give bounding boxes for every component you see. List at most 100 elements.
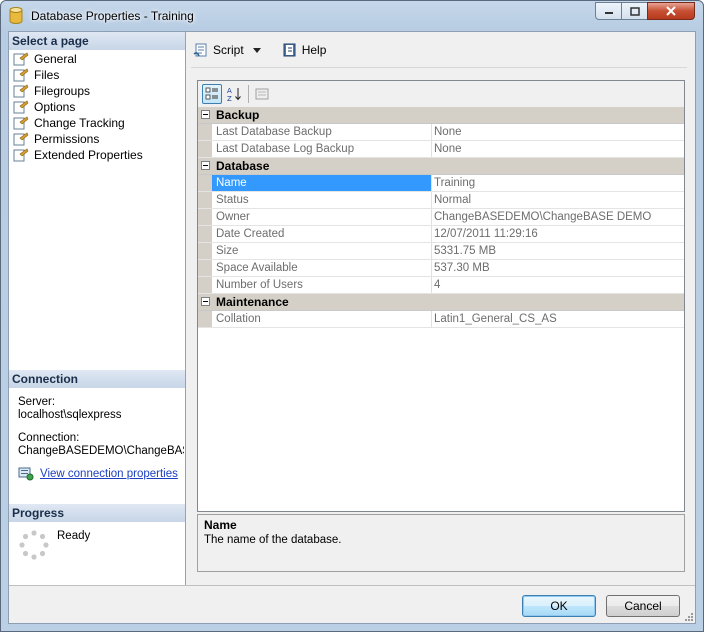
property-pages-button[interactable] <box>252 84 272 104</box>
property-row[interactable]: Date Created 12/07/2011 11:29:16 <box>198 226 684 243</box>
database-icon <box>9 7 23 24</box>
dialog-client-area: Select a page General Files Filegroups O… <box>8 31 696 624</box>
collapse-icon[interactable] <box>201 161 210 170</box>
page-wrench-icon <box>13 148 29 162</box>
maximize-button[interactable] <box>621 2 648 20</box>
property-name: Status <box>212 192 432 208</box>
page-wrench-icon <box>13 116 29 130</box>
property-pages-icon <box>255 88 269 100</box>
page-label: Extended Properties <box>34 148 143 162</box>
page-options[interactable]: Options <box>13 99 75 115</box>
row-gutter <box>198 175 212 191</box>
property-value: None <box>434 143 462 155</box>
select-page-header: Select a page <box>9 32 185 50</box>
properties-icon <box>18 467 34 481</box>
chevron-down-icon[interactable] <box>250 45 264 55</box>
property-name: Owner <box>212 209 432 225</box>
help-label: Help <box>301 43 327 57</box>
description-text: The name of the database. <box>204 534 342 546</box>
page-wrench-icon <box>13 52 29 66</box>
resize-grip-icon[interactable] <box>684 612 694 622</box>
category-database[interactable]: Database <box>198 158 684 175</box>
property-value: 4 <box>434 279 441 291</box>
collapse-icon[interactable] <box>201 297 210 306</box>
toolbar-divider <box>191 67 687 68</box>
property-name: Number of Users <box>212 277 432 293</box>
property-row[interactable]: Last Database Log Backup None <box>198 141 684 158</box>
script-label: Script <box>213 43 244 57</box>
row-gutter <box>198 192 212 208</box>
connection-header: Connection <box>9 370 185 388</box>
property-value: 5331.75 MB <box>434 245 497 257</box>
view-connection-properties-link[interactable]: View connection properties <box>18 467 178 481</box>
left-pane: Select a page General Files Filegroups O… <box>9 32 186 585</box>
property-row-selected[interactable]: Name Training <box>198 175 684 192</box>
server-label: Server: <box>18 396 56 408</box>
script-icon <box>193 43 207 57</box>
category-backup[interactable]: Backup <box>198 107 684 124</box>
property-row[interactable]: Size 5331.75 MB <box>198 243 684 260</box>
page-wrench-icon <box>13 100 29 114</box>
page-label: General <box>34 52 77 66</box>
page-general[interactable]: General <box>13 51 77 67</box>
row-gutter <box>198 141 212 157</box>
description-title: Name <box>204 518 237 532</box>
row-gutter <box>198 243 212 259</box>
category-label: Backup <box>216 108 260 122</box>
page-change-tracking[interactable]: Change Tracking <box>13 115 125 131</box>
help-button[interactable]: Help <box>282 42 327 58</box>
property-value: 537.30 MB <box>434 262 490 274</box>
page-filegroups[interactable]: Filegroups <box>13 83 90 99</box>
progress-status: Ready <box>57 530 91 542</box>
property-value: ChangeBASEDEMO\ChangeBASE DEMO <box>434 211 652 223</box>
cancel-button[interactable]: Cancel <box>606 595 680 617</box>
minimize-button[interactable] <box>595 2 622 20</box>
property-grid-rows: Backup Last Database Backup None Last Da… <box>198 107 684 328</box>
property-value: Training <box>434 177 476 189</box>
page-files[interactable]: Files <box>13 67 59 83</box>
property-row[interactable]: Space Available 537.30 MB <box>198 260 684 277</box>
dialog-window: Database Properties - Training Select a … <box>0 0 704 632</box>
window-title: Database Properties - Training <box>31 9 194 23</box>
row-gutter <box>198 311 212 327</box>
property-grid: AZ Backup Last Database Backup None Last… <box>197 80 685 512</box>
property-name: Size <box>212 243 432 259</box>
collapse-icon[interactable] <box>201 110 210 119</box>
property-name: Date Created <box>212 226 432 242</box>
property-row[interactable]: Collation Latin1_General_CS_AS <box>198 311 684 328</box>
property-row[interactable]: Owner ChangeBASEDEMO\ChangeBASE DEMO <box>198 209 684 226</box>
alphabetical-button[interactable]: AZ <box>224 84 244 104</box>
progress-header: Progress <box>9 504 185 522</box>
help-icon <box>283 43 296 57</box>
row-gutter <box>198 226 212 242</box>
grid-toolbar-separator <box>248 85 249 103</box>
description-panel: Name The name of the database. <box>197 514 685 572</box>
ok-button[interactable]: OK <box>522 595 596 617</box>
property-name: Name <box>212 175 432 191</box>
page-wrench-icon <box>13 132 29 146</box>
page-permissions[interactable]: Permissions <box>13 131 99 147</box>
row-gutter <box>198 124 212 140</box>
page-extended-properties[interactable]: Extended Properties <box>13 147 143 163</box>
page-label: Permissions <box>34 132 100 146</box>
categorized-button[interactable] <box>202 84 222 104</box>
property-row[interactable]: Number of Users 4 <box>198 277 684 294</box>
category-maintenance[interactable]: Maintenance <box>198 294 684 311</box>
connection-label: Connection: <box>18 432 80 444</box>
close-button[interactable] <box>647 2 695 20</box>
script-button[interactable]: Script <box>193 42 268 58</box>
property-row[interactable]: Status Normal <box>198 192 684 209</box>
page-wrench-icon <box>13 68 29 82</box>
link-label: View connection properties <box>40 468 178 480</box>
page-toolbar: Script Help <box>193 40 340 60</box>
maximize-icon <box>629 6 640 16</box>
property-row[interactable]: Last Database Backup None <box>198 124 684 141</box>
page-label: Filegroups <box>34 84 91 98</box>
sort-alphabetical-icon: AZ <box>227 87 241 102</box>
categorized-icon <box>205 87 218 100</box>
minimize-icon <box>604 12 613 14</box>
connection-value: ChangeBASEDEMO\ChangeBASE DEMO <box>18 445 184 457</box>
property-name: Space Available <box>212 260 432 276</box>
server-value: localhost\sqlexpress <box>18 409 122 421</box>
title-bar[interactable]: Database Properties - Training <box>1 1 703 31</box>
